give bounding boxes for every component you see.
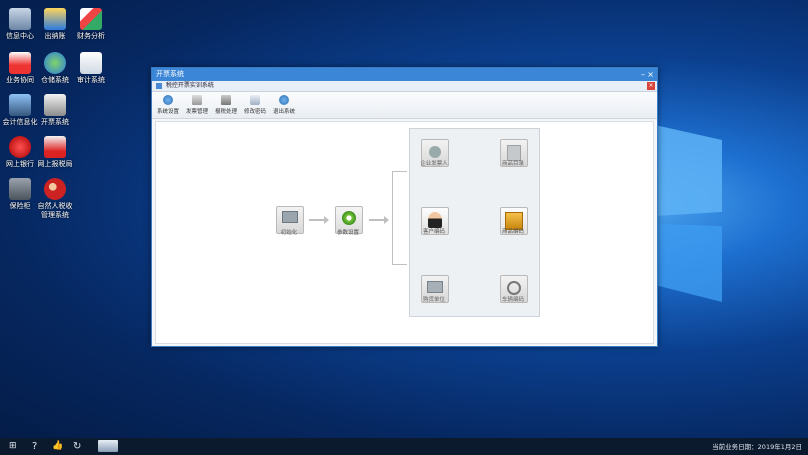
desktop-icon-personal-tax[interactable]: 自然人税收 管理系统 bbox=[33, 178, 77, 220]
taskbar: ⊞ ? 👍 ↻ 当前业务日期：2019年1月2日 bbox=[0, 438, 808, 455]
toolbar-invoice-manage-button[interactable]: 发票管理 bbox=[184, 92, 210, 118]
taskbar-app-icon[interactable] bbox=[98, 440, 118, 452]
arrow-icon bbox=[309, 216, 329, 224]
tax-report-icon bbox=[221, 95, 231, 105]
monitor-icon bbox=[427, 281, 443, 293]
person-icon bbox=[429, 146, 441, 158]
start-icon[interactable]: ⊞ bbox=[9, 440, 17, 453]
sub-window-icon bbox=[156, 82, 162, 89]
sub-window-title: 税控开票实训系统 bbox=[165, 82, 214, 89]
bracket-connector bbox=[392, 171, 407, 265]
item-product-catalog-label: 商品目录 bbox=[501, 161, 524, 167]
invoice-system-window: 开票系统 – × 税控开票实训系统 × 系统设置 发票管理 报税处理 修改密码 … bbox=[151, 67, 658, 347]
safe-icon bbox=[9, 178, 31, 200]
cashier-ledger-icon bbox=[44, 8, 66, 30]
minimize-icon[interactable]: – bbox=[641, 68, 645, 81]
lock-icon bbox=[250, 95, 260, 105]
item-customer-code-label: 客户编码 bbox=[422, 229, 445, 235]
exit-icon bbox=[279, 95, 289, 105]
gear-icon bbox=[342, 211, 356, 225]
accounting-icon bbox=[9, 94, 31, 116]
personal-tax-icon bbox=[44, 178, 66, 200]
window-titlebar[interactable]: 开票系统 – × bbox=[152, 68, 657, 81]
desktop-icon-audit[interactable]: 审计系统 bbox=[69, 52, 113, 85]
toolbar-exit-button[interactable]: 退出系统 bbox=[271, 92, 297, 118]
settings-panel: 企业发票人 商品目录 客户编码 商品编码 购货单位 车辆编码 bbox=[409, 128, 540, 317]
customer-icon bbox=[428, 212, 442, 228]
item-invoice-person-label: 企业发票人 bbox=[420, 161, 448, 167]
audit-icon bbox=[80, 52, 102, 74]
toolbar: 系统设置 发票管理 报税处理 修改密码 退出系统 bbox=[152, 92, 657, 119]
business-collab-icon bbox=[9, 52, 31, 74]
settings-icon bbox=[163, 95, 173, 105]
business-date: 当前业务日期：2019年1月2日 bbox=[712, 443, 802, 451]
thumbs-up-icon[interactable]: 👍 bbox=[52, 440, 63, 453]
desktop-icon-finance-analysis[interactable]: 财务分析 bbox=[69, 8, 113, 41]
finance-analysis-icon bbox=[80, 8, 102, 30]
toolbar-change-password-button[interactable]: 修改密码 bbox=[242, 92, 268, 118]
item-buyer-unit-label: 购货单位 bbox=[422, 297, 445, 303]
close-icon[interactable]: × bbox=[647, 68, 654, 81]
desktop-icon-tax-bureau[interactable]: 网上报税局 bbox=[33, 136, 77, 169]
invoice-manage-icon bbox=[192, 95, 202, 105]
item-goods-code-label: 商品编码 bbox=[501, 229, 524, 235]
toolbar-tax-report-button[interactable]: 报税处理 bbox=[213, 92, 239, 118]
flow-canvas: 初始化 参数设置 企业发票人 商品目录 客户编码 商品编码 购货单位 车辆编码 bbox=[155, 121, 654, 344]
window-title: 开票系统 bbox=[156, 70, 184, 78]
tax-bureau-icon bbox=[44, 136, 66, 158]
invoice-system-icon bbox=[44, 94, 66, 116]
warehouse-icon bbox=[44, 52, 66, 74]
params-label: 参数设置 bbox=[336, 230, 359, 236]
online-bank-icon bbox=[9, 136, 31, 158]
monitor-icon bbox=[282, 211, 298, 223]
sub-window-close-icon[interactable]: × bbox=[647, 82, 655, 90]
item-vehicle-code-label: 车辆编码 bbox=[501, 297, 524, 303]
info-center-icon bbox=[9, 8, 31, 30]
help-icon[interactable]: ? bbox=[32, 440, 37, 453]
sub-window-bar: 税控开票实训系统 × bbox=[152, 81, 657, 92]
init-label: 初始化 bbox=[280, 230, 298, 236]
refresh-icon[interactable]: ↻ bbox=[73, 440, 81, 453]
arrow-icon bbox=[369, 216, 389, 224]
desktop-icon-invoice-system[interactable]: 开票系统 bbox=[33, 94, 77, 127]
toolbar-settings-button[interactable]: 系统设置 bbox=[155, 92, 181, 118]
steering-wheel-icon bbox=[507, 281, 521, 295]
